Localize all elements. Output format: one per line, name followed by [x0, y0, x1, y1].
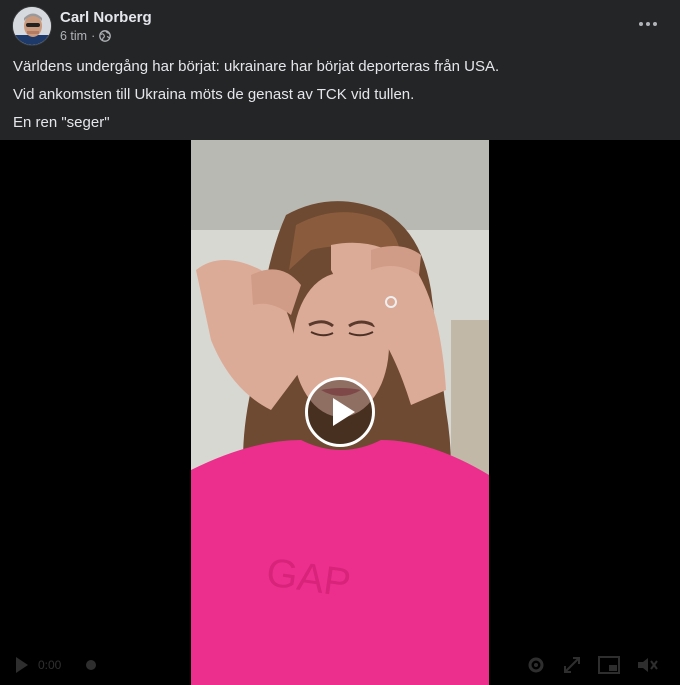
globe-icon[interactable] — [99, 30, 112, 42]
settings-icon[interactable] — [526, 655, 546, 675]
post-timestamp[interactable]: 6 tim — [60, 29, 87, 43]
facebook-post: Carl Norberg 6 tim · Världens undergång … — [0, 0, 680, 685]
picture-in-picture-icon[interactable] — [598, 655, 620, 675]
more-options-icon[interactable] — [636, 12, 660, 36]
meta-separator: · — [91, 29, 96, 43]
post-text: Världens undergång har börjat: ukrainare… — [13, 57, 667, 141]
video-controls: 0:00 — [0, 645, 680, 685]
post-text-line-3: En ren "seger" — [13, 114, 110, 131]
post-meta: 6 tim · — [60, 29, 112, 43]
play-control-icon[interactable] — [14, 655, 30, 675]
video-player[interactable]: GAP 0:00 — [0, 140, 680, 685]
progress-bar[interactable] — [84, 655, 98, 675]
post-text-line-2: Vid ankomsten till Ukraina möts de genas… — [13, 86, 415, 103]
fullscreen-expand-icon[interactable] — [562, 655, 582, 675]
avatar-image — [13, 7, 51, 45]
elapsed-time: 0:00 — [38, 658, 62, 672]
avatar[interactable] — [12, 6, 52, 46]
post-text-line-1: Världens undergång har börjat: ukrainare… — [13, 58, 500, 75]
volume-icon[interactable] — [636, 655, 658, 675]
play-icon[interactable] — [305, 377, 375, 447]
post-header: Carl Norberg 6 tim · — [0, 0, 680, 56]
author-name[interactable]: Carl Norberg — [60, 9, 152, 26]
